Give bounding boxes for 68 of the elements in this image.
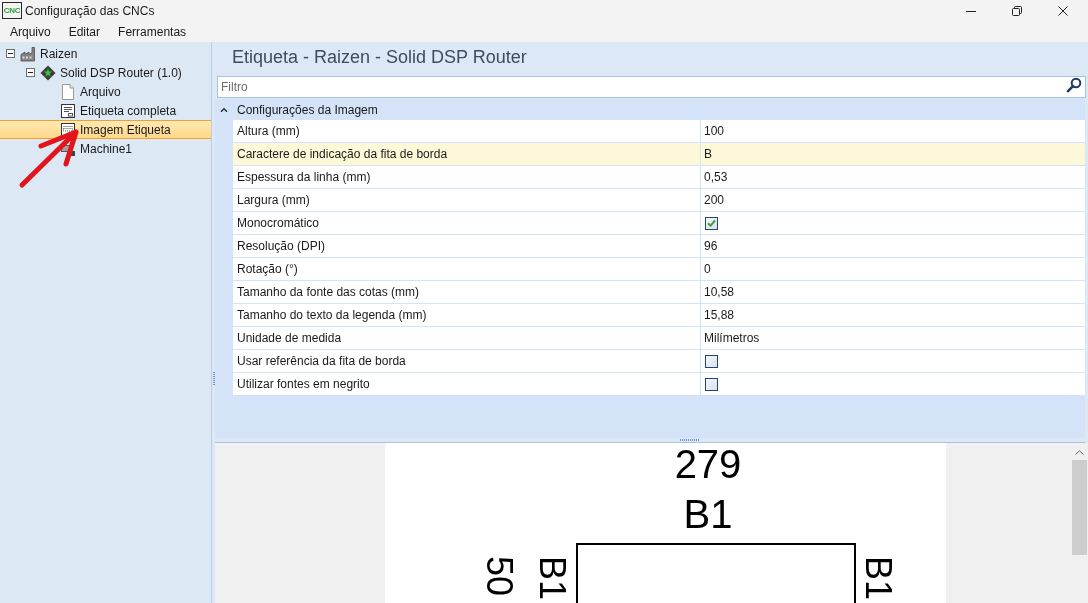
tree-item[interactable]: Etiqueta completa <box>42 101 177 120</box>
property-row[interactable]: Caractere de indicação da fita de borda B <box>233 143 1085 166</box>
property-row[interactable]: Rotação (°) 0 <box>233 258 1085 281</box>
edge-code-text: B1 <box>683 492 733 536</box>
property-row[interactable]: Tamanho do texto da legenda (mm) 15,88 <box>233 304 1085 327</box>
property-value: 10,58 <box>704 284 735 301</box>
document-icon <box>60 83 76 100</box>
menu-item[interactable]: Ferramentas <box>109 21 196 42</box>
filter-field[interactable]: Filtro <box>217 76 1086 98</box>
property-name: Altura (mm) <box>237 123 300 140</box>
property-value: 200 <box>704 192 725 209</box>
checkbox[interactable] <box>705 216 718 230</box>
scroll-up-icon[interactable] <box>1075 450 1084 455</box>
tree-item[interactable]: Raizen <box>2 44 78 63</box>
property-name: Tamanho da fonte das cotas (mm) <box>237 284 420 301</box>
dimension-text: 50 <box>479 556 520 597</box>
property-name: Utilizar fontes em negrito <box>237 376 370 393</box>
property-value: 15,88 <box>704 307 735 324</box>
property-value: Milímetros <box>704 330 760 347</box>
property-name: Largura (mm) <box>237 192 310 209</box>
property-name: Espessura da linha (mm) <box>237 169 371 186</box>
checkmark-icon <box>707 219 716 227</box>
panel-title: Etiqueta - Raizen - Solid DSP Router <box>231 46 528 69</box>
close-icon <box>1058 5 1068 16</box>
property-name: Monocromático <box>237 215 320 232</box>
window-title: Configuração das CNCs <box>25 2 155 20</box>
edge-code-text: B1 <box>532 556 573 601</box>
property-row[interactable]: Largura (mm) 200 <box>233 189 1085 212</box>
property-name: Resolução (DPI) <box>237 238 326 255</box>
menu-item[interactable]: Arquivo <box>1 21 60 42</box>
checkbox[interactable] <box>705 377 718 391</box>
property-value: 0 <box>704 261 711 278</box>
scrollbar-thumb[interactable] <box>1072 460 1087 555</box>
tree-item[interactable]: Solid DSP Router (1.0) <box>22 63 182 82</box>
property-value: B <box>704 146 712 163</box>
property-row[interactable]: Unidade de medida Milímetros <box>233 327 1085 350</box>
edge-code-text: B1 <box>858 556 899 601</box>
tree-item[interactable]: Machine1 <box>42 139 133 158</box>
property-row[interactable]: Tamanho da fonte das cotas (mm) 10,58 <box>233 281 1085 304</box>
factory-icon <box>20 45 36 62</box>
collapse-icon[interactable] <box>25 68 35 77</box>
tree-item[interactable]: Arquivo <box>42 82 121 101</box>
app-logo: CNC <box>2 2 22 19</box>
property-name: Unidade de medida <box>237 330 342 347</box>
collapse-icon[interactable] <box>5 49 15 58</box>
property-value: 0,53 <box>704 169 728 186</box>
category-header[interactable]: Configurações da Imagem <box>215 99 1085 120</box>
checkbox[interactable] <box>705 354 718 368</box>
search-icon[interactable] <box>1066 77 1082 93</box>
tree-item[interactable]: Imagem Etiqueta <box>0 120 211 139</box>
property-row[interactable]: Utilizar fontes em negrito <box>233 373 1085 396</box>
restore-icon <box>1012 5 1022 16</box>
property-row[interactable]: Espessura da linha (mm) 0,53 <box>233 166 1085 189</box>
star-diamond-icon <box>40 64 56 81</box>
property-row[interactable]: Altura (mm) 100 <box>233 120 1085 143</box>
property-name: Usar referência da fita de borda <box>237 353 406 370</box>
form-icon <box>60 102 76 119</box>
property-value: 96 <box>704 238 718 255</box>
property-value: 100 <box>704 123 725 140</box>
property-row[interactable]: Monocromático <box>233 212 1085 235</box>
property-name: Caractere de indicação da fita de borda <box>237 146 448 163</box>
menu-item[interactable]: Editar <box>59 21 110 42</box>
property-name: Tamanho do texto da legenda (mm) <box>237 307 427 324</box>
property-row[interactable]: Resolução (DPI) 96 <box>233 235 1085 258</box>
property-name: Rotação (°) <box>237 261 298 278</box>
splitter-grip-icon[interactable] <box>212 372 215 386</box>
dimension-text: 279 <box>674 443 742 486</box>
property-row[interactable]: Usar referência da fita de borda <box>233 350 1085 373</box>
